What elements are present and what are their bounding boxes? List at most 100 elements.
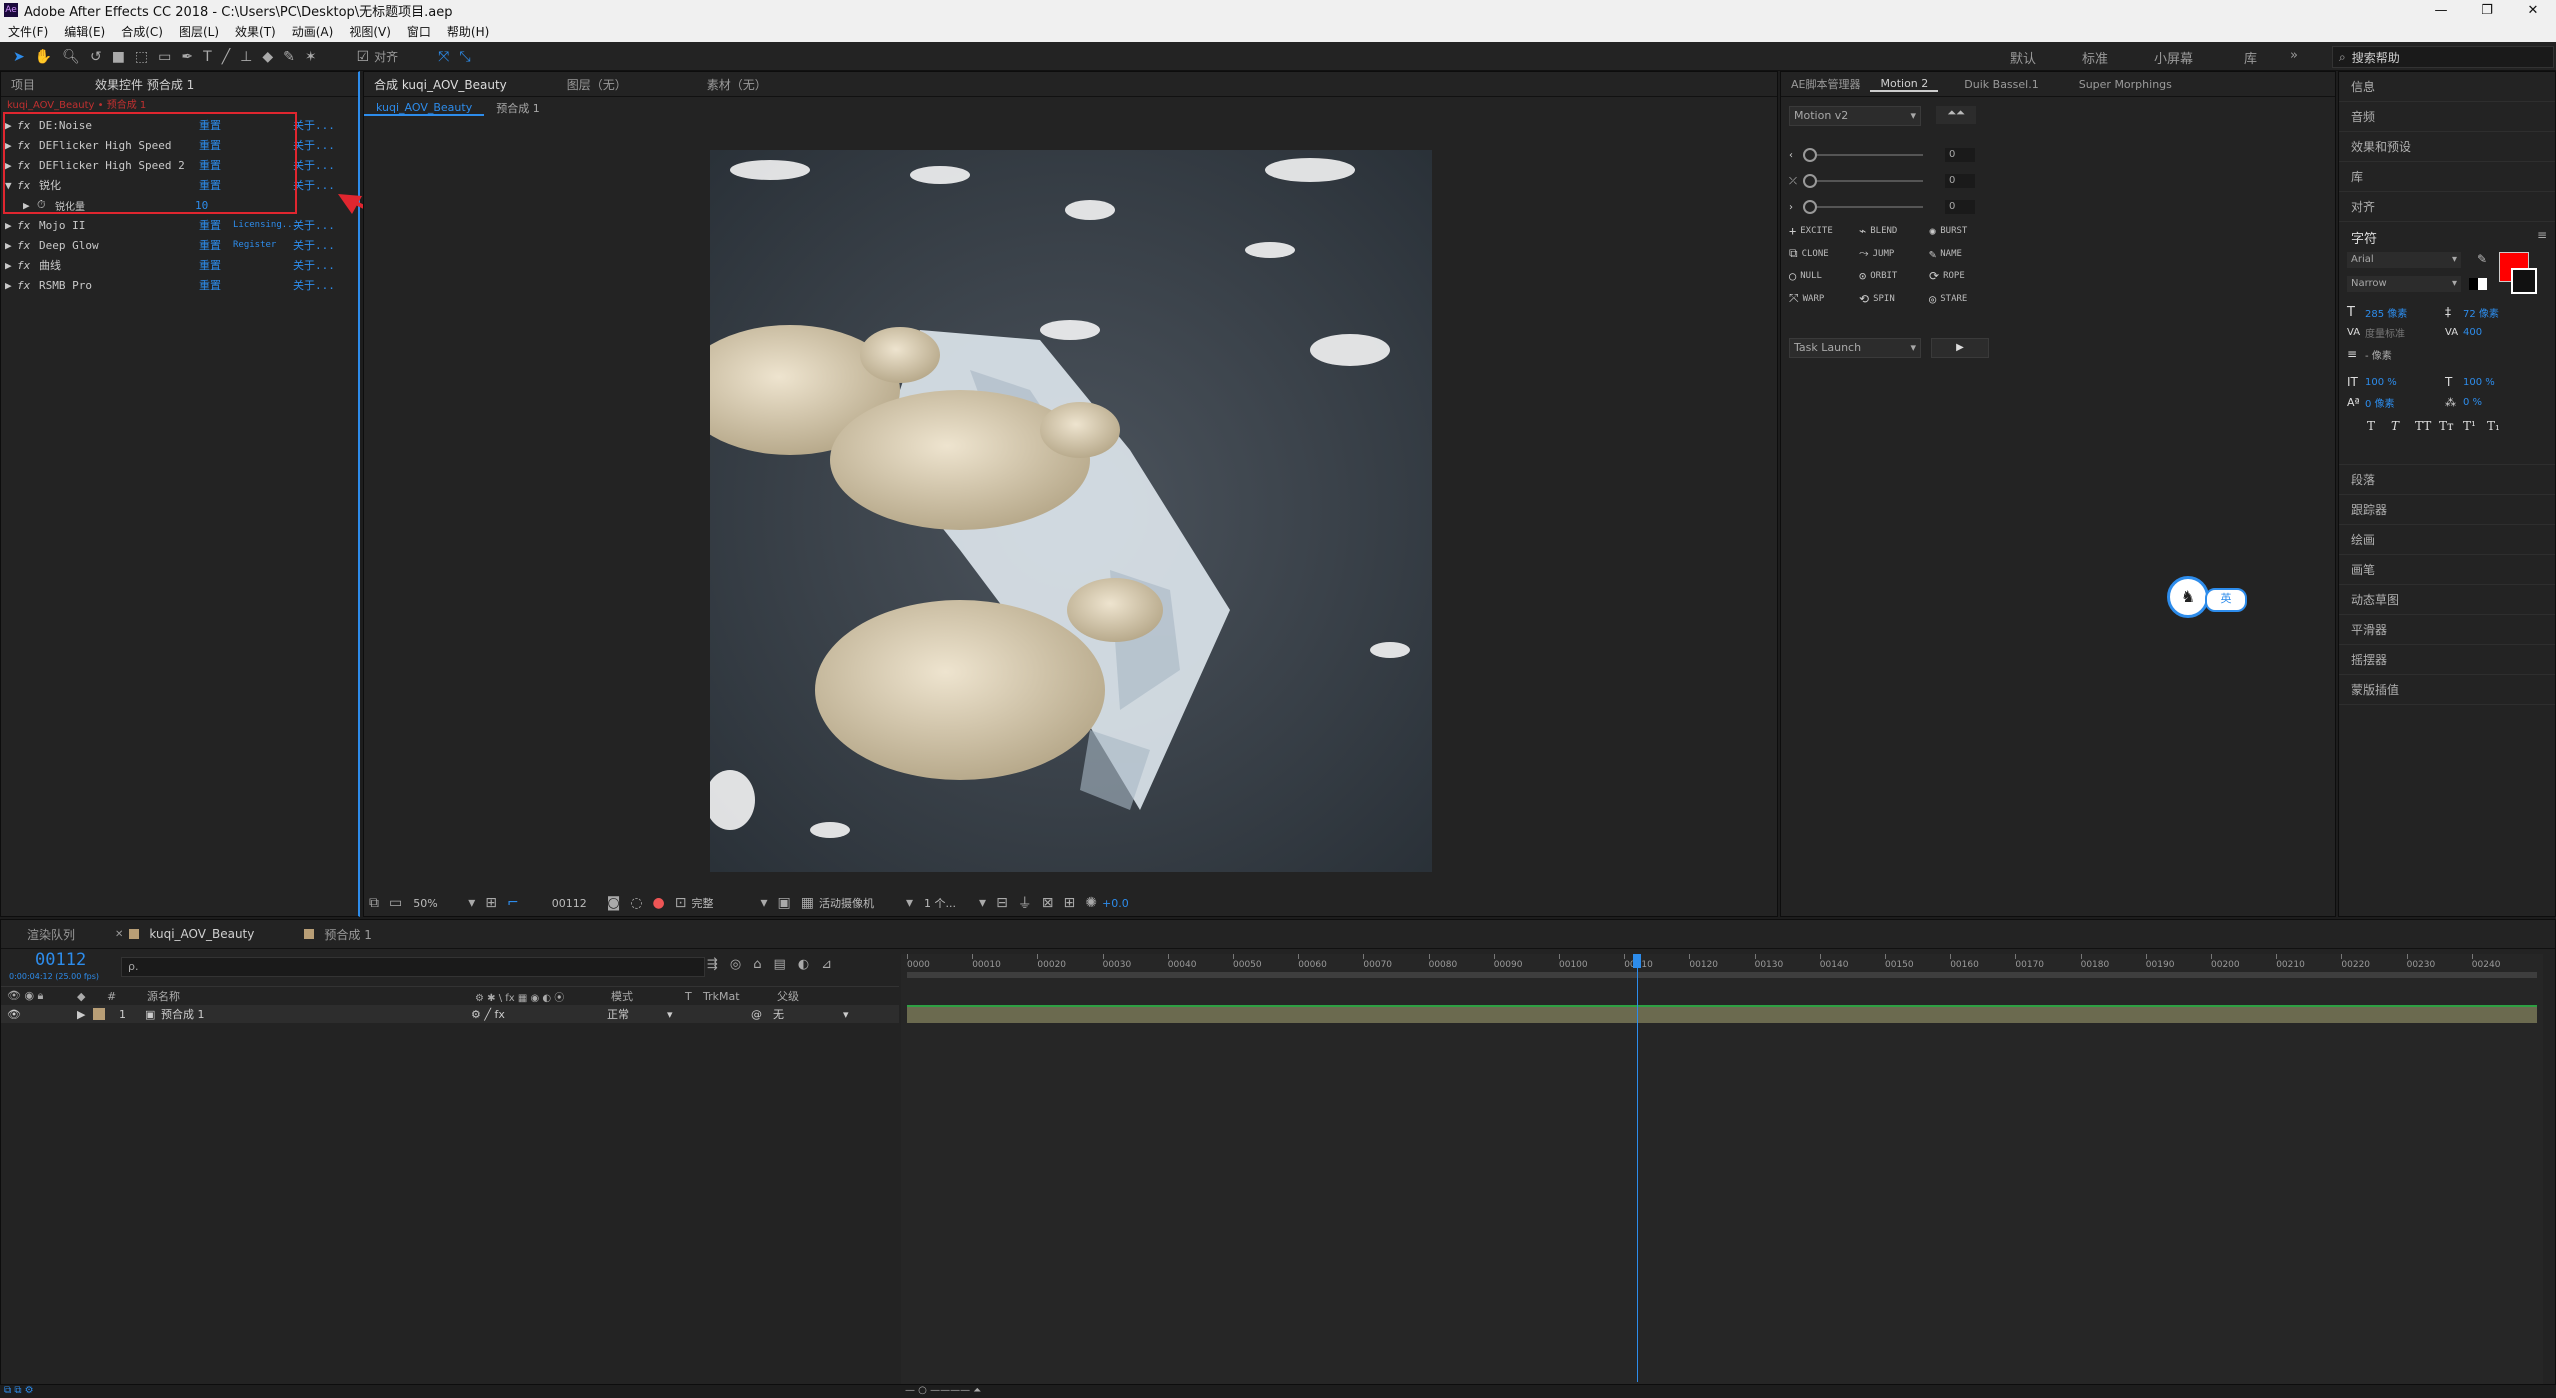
menu-composition[interactable]: 合成(C) — [113, 23, 171, 40]
side-panel-item[interactable]: 平滑器 — [2339, 615, 2555, 645]
ime-widget[interactable]: ♞ 英 — [2167, 576, 2247, 620]
type-tool-icon[interactable]: T — [203, 49, 212, 65]
toggle-icon[interactable]: ⊟ — [996, 895, 1008, 911]
help-search[interactable]: ⌕ 搜索帮助 — [2332, 46, 2554, 68]
effect-row[interactable]: ▶ fx Mojo II 重置 Licensing... 关于... — [1, 215, 358, 235]
stroke-width-value[interactable]: - 像素 — [2365, 347, 2445, 362]
comp-timecode[interactable]: 00112 — [552, 897, 602, 910]
views-select[interactable]: 1 个... — [924, 895, 974, 911]
workspace-standard[interactable]: 标准 — [2082, 48, 2154, 67]
pan-behind-tool-icon[interactable]: ⬚ — [135, 49, 148, 65]
side-panel-item[interactable]: 画笔 — [2339, 555, 2555, 585]
exposure-icon[interactable]: ✺ — [1085, 895, 1097, 911]
close-icon[interactable]: ✕ — [115, 929, 123, 940]
workspace-more-button[interactable]: » — [2290, 48, 2320, 67]
effect-about-link[interactable]: 关于... — [293, 237, 335, 253]
hand-tool-icon[interactable]: ✋ — [35, 49, 52, 65]
side-panel-item[interactable]: 效果和预设 — [2339, 132, 2555, 162]
side-panel-item[interactable]: 对齐 — [2339, 192, 2555, 222]
panel-menu-icon[interactable]: ≡ — [2537, 228, 2547, 242]
effect-extra-link[interactable]: Register — [233, 240, 293, 250]
layer-duration-bar[interactable] — [907, 1005, 2537, 1023]
type-style-button[interactable]: T — [2391, 419, 2415, 433]
motion-jump-button[interactable]: ⤳ JUMP — [1859, 246, 1929, 261]
motion-name-button[interactable]: ✎ NAME — [1929, 246, 1999, 261]
puppet-pin-tool-icon[interactable]: ✶ — [305, 49, 317, 65]
subtab-kuqi[interactable]: kuqi_AOV_Beauty — [364, 101, 485, 116]
playhead[interactable] — [1637, 954, 1639, 1382]
menu-layer[interactable]: 图层(L) — [171, 23, 227, 40]
task-run-button[interactable]: ▶ — [1931, 338, 1989, 358]
type-style-button[interactable]: Tт — [2439, 419, 2463, 433]
snap-edges-icon[interactable]: ⤡ — [459, 49, 470, 65]
always-preview-icon[interactable]: ⧉ — [369, 895, 379, 911]
col-mode[interactable]: 模式 — [611, 988, 685, 1004]
workspace-default[interactable]: 默认 — [2010, 48, 2082, 67]
motion-clone-button[interactable]: ⧉ CLONE — [1789, 246, 1859, 261]
parent-select[interactable]: 无 — [773, 1006, 843, 1022]
tracking-value[interactable]: 400 — [2463, 327, 2482, 338]
side-panel-item[interactable]: 绘画 — [2339, 525, 2555, 555]
frame-blending-icon[interactable]: ▤ — [774, 957, 786, 972]
exposure-value[interactable]: +0.0 — [1102, 897, 1129, 910]
pen-tool-icon[interactable]: ✒ — [181, 49, 193, 65]
graph-editor-icon[interactable]: ⊿ — [821, 957, 832, 972]
zoom-tool-icon[interactable]: 🔍︎ — [62, 49, 80, 65]
show-snapshot-icon[interactable]: ◌ — [630, 895, 642, 911]
visibility-icon[interactable]: 👁︎ — [1, 1008, 27, 1021]
render-status-icon[interactable]: ⧉ ⧉ ⚙ — [4, 1385, 34, 1396]
effect-extra-link[interactable]: Licensing... — [233, 220, 298, 230]
snap-options-icon[interactable]: ⤧ — [438, 49, 449, 65]
effect-row[interactable]: ▶ fx RSMB Pro 重置 关于... — [1, 275, 358, 295]
effect-about-link[interactable]: 关于... — [293, 117, 335, 133]
preset-select[interactable]: Motion v2 ▾ — [1789, 106, 1921, 126]
style-select[interactable]: Narrow ▾ — [2347, 276, 2461, 292]
current-timecode[interactable]: 00112 — [35, 950, 86, 970]
expand-arrow-icon[interactable]: ▶ — [77, 1008, 93, 1021]
effect-reset-link[interactable]: 重置 — [199, 277, 233, 293]
type-style-button[interactable]: T₁ — [2487, 419, 2511, 433]
menu-animation[interactable]: 动画(A) — [284, 23, 342, 40]
brush-tool-icon[interactable]: ╱ — [222, 49, 230, 65]
effect-about-link[interactable]: 关于... — [293, 257, 335, 273]
table-row[interactable]: 👁︎ ▶ 1 ▣ 预合成 1 ⚙ ╱ fx 正常 ▾ @ 无 ▾ — [1, 1005, 899, 1023]
tab-footage[interactable]: 素材（无） — [697, 76, 777, 93]
fx-icon[interactable]: fx — [17, 219, 39, 232]
stroke-color-swatch[interactable] — [2511, 268, 2537, 294]
mode-select[interactable]: 正常 — [607, 1006, 667, 1022]
resolution-icon[interactable]: ⊡ — [675, 895, 687, 911]
collapse-switch-icon[interactable]: ⚙ ╱ fx — [471, 1008, 607, 1021]
col-source-name[interactable]: 源名称 — [147, 988, 475, 1004]
fx-icon[interactable]: fx — [17, 279, 39, 292]
tab-super-morphings[interactable]: Super Morphings — [2069, 78, 2182, 91]
type-style-button[interactable]: TT — [2415, 419, 2439, 433]
effect-row[interactable]: ▶ fx 曲线 重置 关于... — [1, 255, 358, 275]
motion-excite-button[interactable]: + EXCITE — [1789, 224, 1859, 238]
composition-mini-flowchart-icon[interactable]: ⇶ — [707, 957, 718, 972]
vertical-scale-value[interactable]: 100 % — [2365, 377, 2445, 388]
monitor-icon[interactable]: ▭ — [389, 895, 402, 911]
mask-icon[interactable]: ⌐ — [507, 895, 519, 911]
type-style-button[interactable]: T — [2367, 419, 2391, 433]
flowchart-icon[interactable]: ⊞ — [1064, 895, 1076, 911]
timeline-track-area[interactable]: 0000 00010 00020 00030 00040 00050 00060 00070 0… — [901, 954, 2543, 1384]
col-parent[interactable]: 父级 — [777, 988, 799, 1004]
motion-spin-button[interactable]: ⟲ SPIN — [1859, 291, 1929, 306]
eraser-tool-icon[interactable]: ◆ — [262, 49, 273, 65]
roto-brush-tool-icon[interactable]: ✎ — [283, 49, 295, 65]
side-panel-item[interactable]: 库 — [2339, 162, 2555, 192]
restore-button[interactable]: ❐ — [2464, 3, 2510, 18]
slider-knob[interactable] — [1803, 148, 1817, 162]
layer-label-color[interactable] — [93, 1008, 105, 1020]
tab-project[interactable]: 项目 — [1, 76, 45, 93]
fx-icon[interactable]: fx — [17, 259, 39, 272]
fit-icon[interactable]: ⊞ — [485, 895, 497, 911]
help-search-input[interactable]: 搜索帮助 — [2352, 49, 2400, 66]
motion-slider-row[interactable]: ‹ 0 — [1789, 142, 1989, 168]
type-style-button[interactable]: T¹ — [2463, 419, 2487, 433]
shy-layers-icon[interactable]: ⌂ — [753, 957, 761, 972]
leading-value[interactable]: 72 像素 — [2463, 305, 2499, 320]
camera-tool-icon[interactable]: ■ — [112, 49, 125, 65]
tsume-value[interactable]: 0 % — [2463, 397, 2482, 408]
tab-motion2[interactable]: Motion 2 — [1870, 77, 1939, 92]
